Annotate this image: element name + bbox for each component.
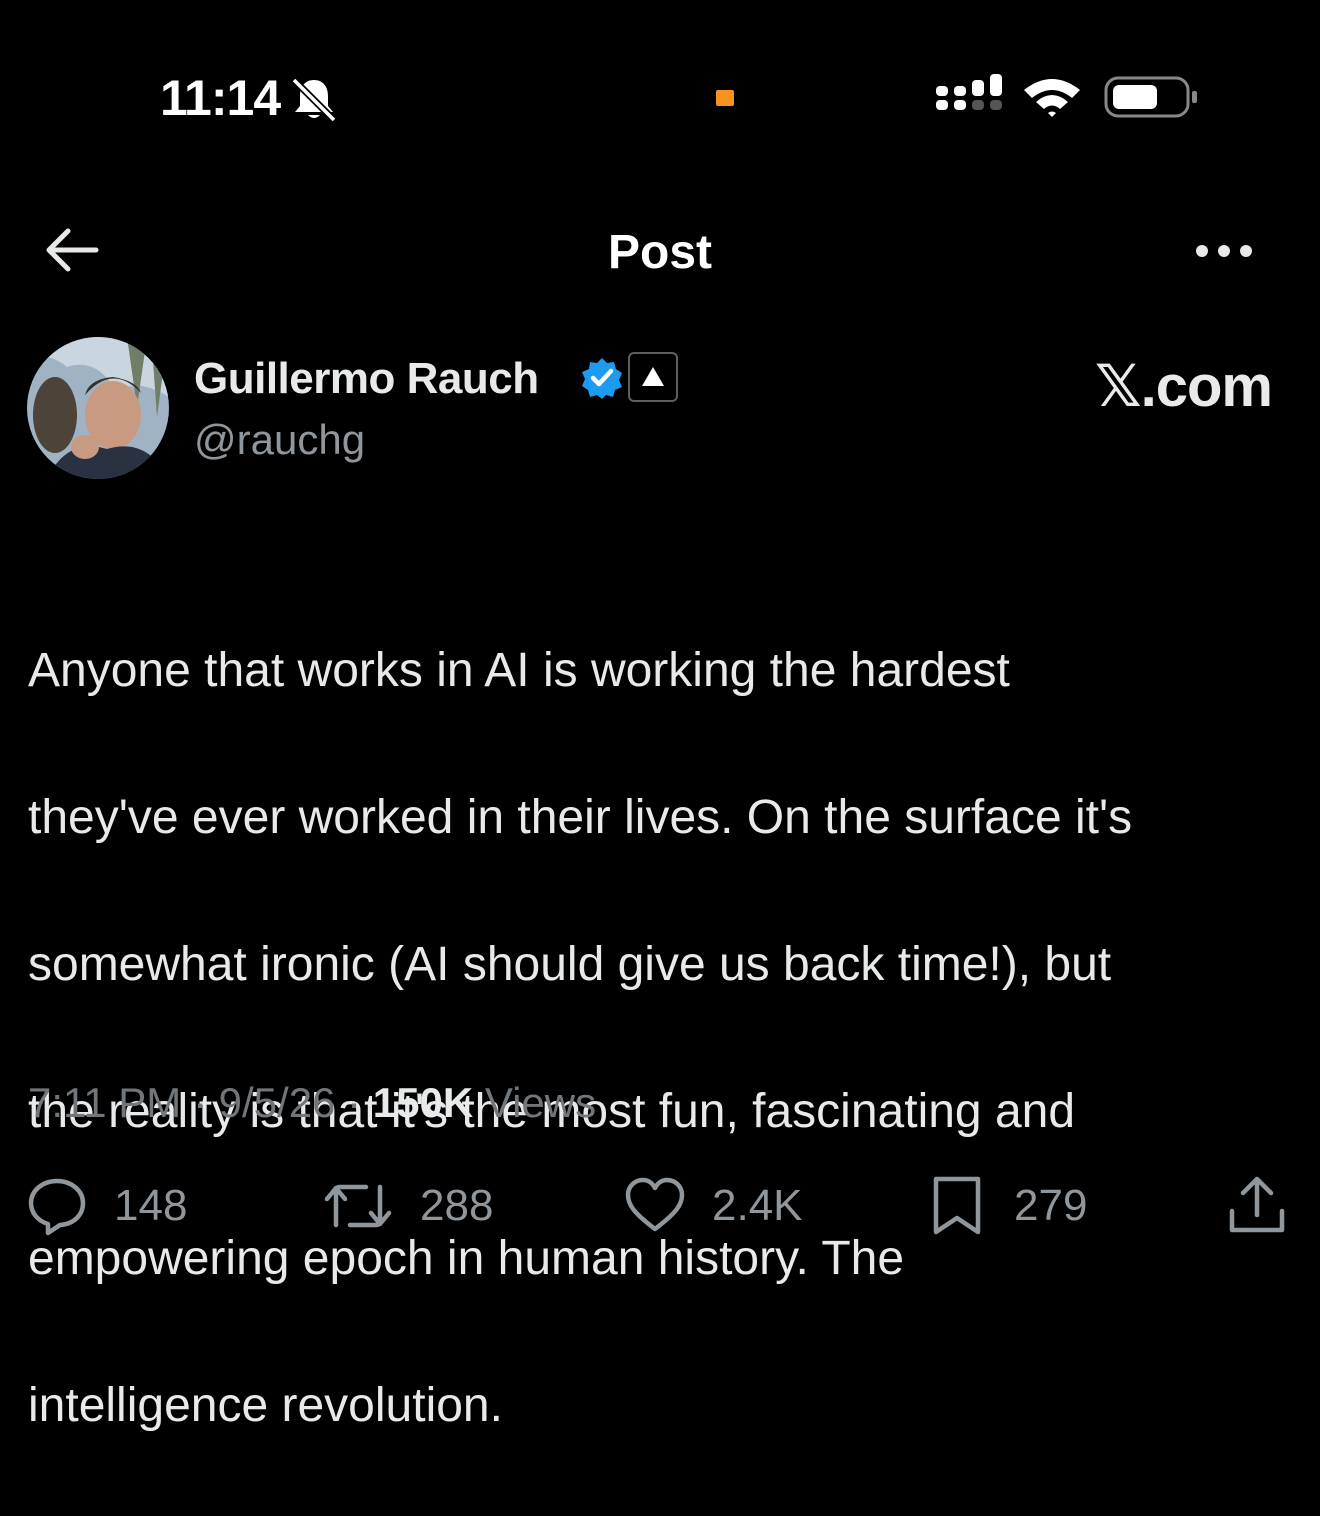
triangle-logo-icon	[642, 367, 664, 386]
page-title: Post	[607, 226, 712, 279]
meta-separator: ·	[347, 1079, 362, 1126]
bell-slash-icon	[291, 77, 337, 122]
verified-badge-icon	[582, 358, 622, 399]
watermark-text: 𝕏.com	[1094, 354, 1273, 419]
views-count[interactable]: 150K	[373, 1079, 473, 1126]
battery-icon	[1104, 76, 1197, 118]
arrow-left-icon[interactable]	[44, 225, 100, 275]
reply-icon	[28, 1178, 86, 1236]
status-time: 11:14	[160, 70, 281, 126]
views-label[interactable]: Views	[485, 1079, 596, 1126]
tweet-date: 9/5/26	[218, 1079, 336, 1126]
share-icon	[1229, 1176, 1285, 1233]
tweet-line: they've ever worked in their lives. On t…	[28, 790, 1133, 844]
author-name[interactable]: Guillermo Rauch	[194, 352, 539, 406]
more-dots-icon[interactable]	[1194, 234, 1254, 268]
avatar[interactable]	[27, 337, 169, 479]
bookmark-button[interactable]: 279	[926, 1176, 1087, 1236]
repost-button[interactable]: 288	[322, 1176, 493, 1236]
heart-icon	[625, 1177, 685, 1232]
wifi-icon	[1024, 79, 1080, 117]
affiliation-badge[interactable]	[628, 352, 678, 402]
signal-icon	[936, 74, 1002, 110]
author-handle[interactable]: @rauchg	[194, 414, 365, 466]
bookmark-count: 279	[1014, 1181, 1088, 1230]
repost-count: 288	[420, 1181, 494, 1230]
reply-button[interactable]: 148	[26, 1176, 187, 1236]
tweet-line: intelligence revolution.	[28, 1378, 503, 1432]
meta-separator: ·	[192, 1079, 207, 1126]
privacy-indicator-dot	[716, 90, 734, 106]
avatar-image	[27, 337, 169, 479]
reply-count: 148	[114, 1181, 188, 1230]
like-button[interactable]: 2.4K	[624, 1176, 803, 1236]
like-count: 2.4K	[712, 1181, 803, 1230]
tweet-line: somewhat ironic (AI should give us back …	[28, 937, 1112, 991]
share-button[interactable]	[1226, 1176, 1288, 1236]
tweet-text: Anyone that works in AI is working the h…	[28, 560, 1298, 1516]
tweet-line: Anyone that works in AI is working the h…	[28, 643, 1010, 697]
tweet-time: 7:11 PM	[28, 1079, 182, 1126]
tweet-meta: 7:11 PM · 9/5/26 · 150K Views	[28, 1078, 596, 1128]
repost-icon	[324, 1184, 392, 1228]
bookmark-icon	[933, 1176, 981, 1235]
